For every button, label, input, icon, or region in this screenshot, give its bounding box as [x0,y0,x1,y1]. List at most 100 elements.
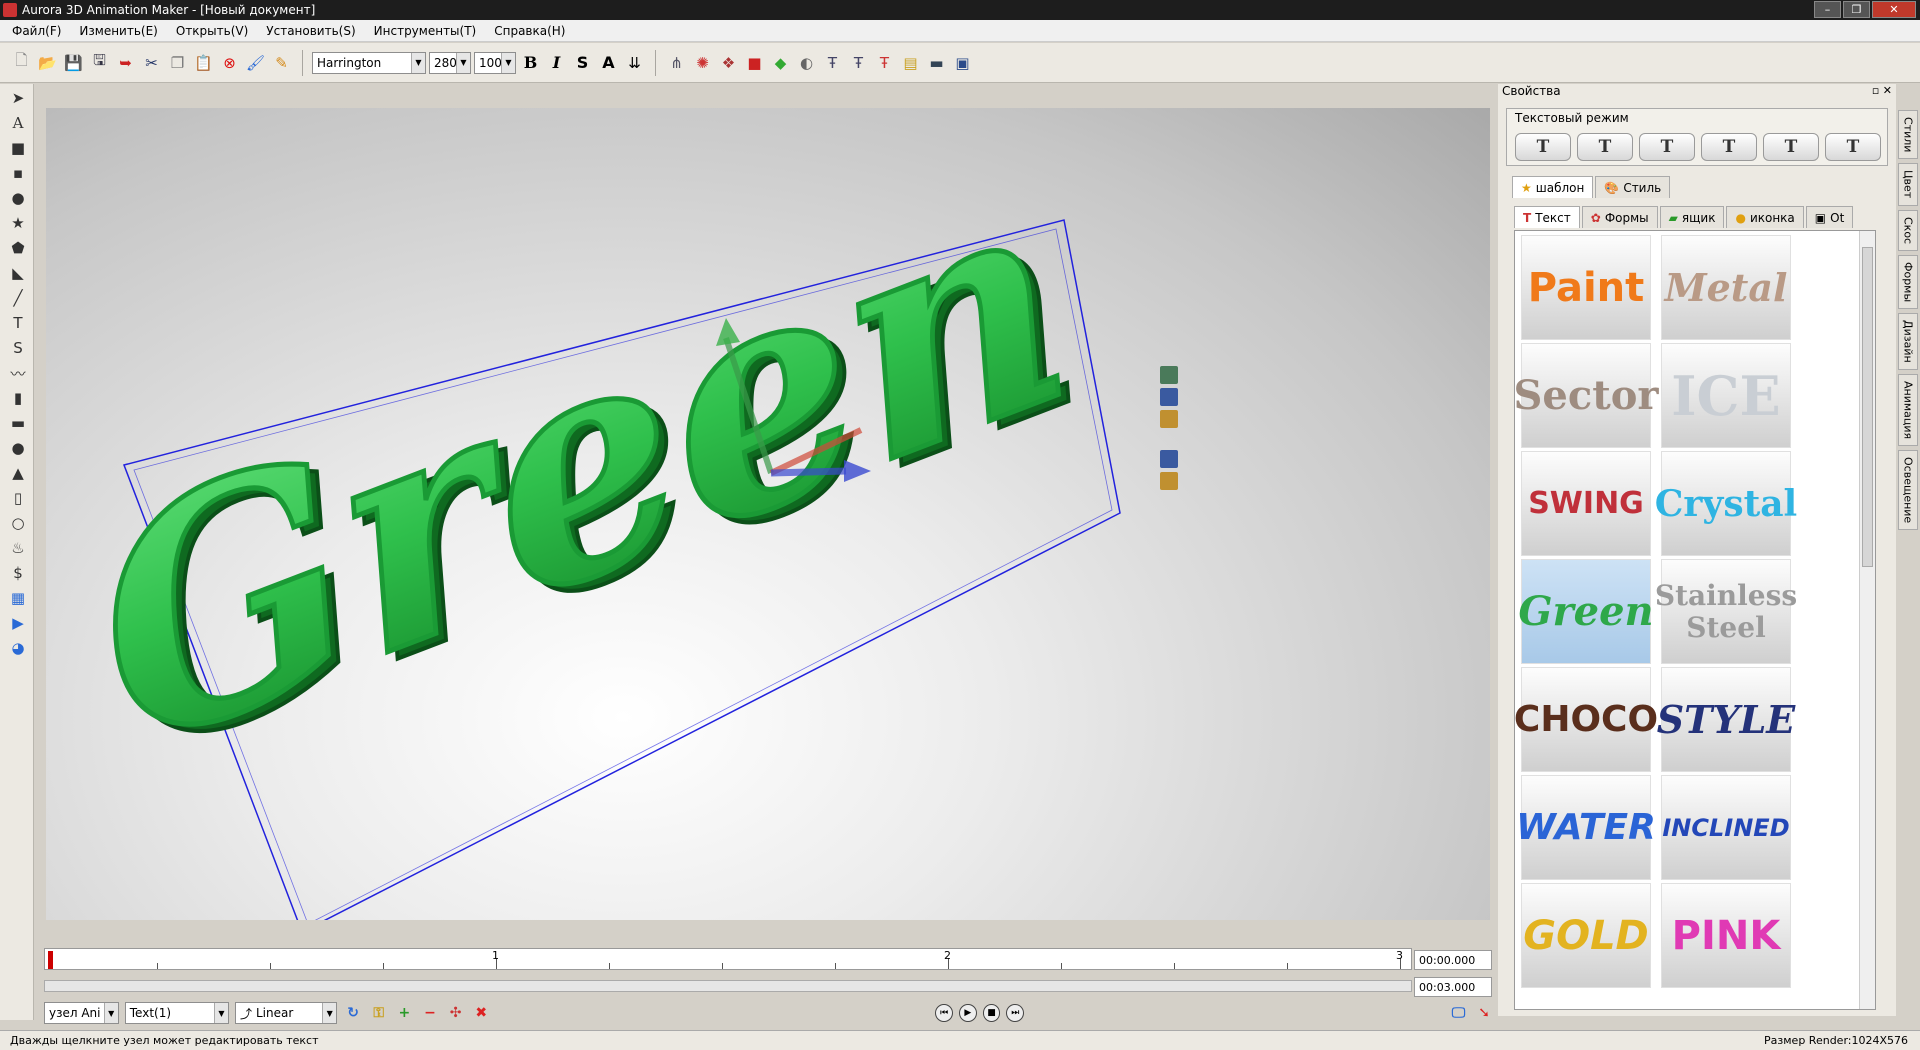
preset-ice[interactable]: ICE [1661,343,1791,448]
preset-pink[interactable]: PINK [1661,883,1791,988]
current-time[interactable]: 00:00.000 [1414,950,1492,970]
save-as-icon[interactable]: 🖫 [88,51,111,74]
tab-style[interactable]: 🎨 Стиль [1595,176,1671,198]
preset-inclined[interactable]: INCLINED [1661,775,1791,880]
scale-handle-icon[interactable] [1160,410,1178,428]
menu-tools[interactable]: Инструменты(T) [368,20,483,41]
copy-icon[interactable]: ❐ [166,51,189,74]
text-mode-ring-button[interactable]: T [1825,133,1881,161]
close-button[interactable]: ✕ [1872,1,1916,18]
side-tab-styles[interactable]: Стили [1898,110,1918,160]
axis-icon[interactable]: ⋔ [665,51,688,74]
interpolation-select[interactable]: ⤴ Linear ▼ [234,1002,338,1024]
menu-edit[interactable]: Изменить(E) [73,20,163,41]
brush-icon[interactable]: 🖌 [244,51,267,74]
text-box-icon[interactable]: T [7,312,29,334]
preset-water[interactable]: WATER [1516,775,1656,880]
side-tab-design[interactable]: Дизайн [1898,312,1918,370]
save-icon[interactable]: 💾 [62,51,85,74]
stop-icon[interactable]: ■ [982,1004,1001,1022]
preset-sector[interactable]: Sector [1515,343,1658,448]
side-tab-lighting[interactable]: Освещение [1898,449,1918,530]
chevron-down-icon[interactable]: ▼ [103,1003,118,1023]
arrange-icon[interactable]: ⇊ [623,51,646,74]
scene-text[interactable]: Green [57,111,1100,821]
text-mode-extrude-button[interactable]: T [1577,133,1633,161]
record-icon[interactable]: ➘ [1474,1003,1494,1023]
preset-swing[interactable]: SWING [1521,451,1651,556]
dock-icon[interactable]: ▫ [1872,84,1879,97]
video-icon[interactable]: ▶ [7,612,29,634]
layer-icon[interactable]: ▤ [899,51,922,74]
bulb-icon[interactable]: ♨ [7,537,29,559]
timeline-scrollbar[interactable] [44,980,1412,992]
font-size-field[interactable]: 280 ▼ [429,51,471,74]
panel-close-icon[interactable]: ✕ [1883,84,1892,97]
skip-forward-icon[interactable]: ⏭ [1006,1004,1025,1022]
scene-canvas[interactable]: Green Green [46,108,1490,920]
tab-text[interactable]: T Текст [1514,206,1580,228]
preset-gold[interactable]: GOLD [1521,883,1651,988]
move-handle-icon[interactable] [1160,388,1178,406]
pencil-icon[interactable]: ✎ [270,51,293,74]
transform-icon[interactable]: ❖ [717,51,740,74]
background-icon[interactable]: ▬ [925,51,948,74]
menu-settings[interactable]: Установить(S) [260,20,361,41]
sphere-icon[interactable]: ◐ [795,51,818,74]
total-time[interactable]: 00:03.000 [1414,977,1492,997]
symbol-icon[interactable]: S [7,337,29,359]
pillar-icon[interactable]: ▯ [7,487,29,509]
chevron-down-icon[interactable]: ▼ [456,52,470,73]
text-mode-emboss-button[interactable]: T [1763,133,1819,161]
gallery-scrollbar[interactable] [1859,231,1875,1009]
globe-icon[interactable]: ◕ [7,637,29,659]
delete-icon[interactable]: ⊗ [218,51,241,74]
paste-icon[interactable]: 📋 [192,51,215,74]
text-mode-bevel-button[interactable]: T [1701,133,1757,161]
chevron-down-icon[interactable]: ▼ [411,52,425,73]
image-tool-icon[interactable]: ▦ [7,587,29,609]
preset-stainless-steel[interactable]: Stainless Steel [1655,559,1797,664]
image-icon[interactable]: ▣ [951,51,974,74]
line-icon[interactable]: ╱ [7,287,29,309]
cylinder-icon[interactable]: ▬ [7,412,29,434]
preset-green[interactable]: Green [1518,559,1654,664]
tab-icon[interactable]: ● иконка [1726,206,1804,228]
chevron-down-icon[interactable]: ▼ [322,1003,337,1023]
star-icon[interactable]: ★ [7,212,29,234]
key-frame-icon[interactable]: ✣ [446,1003,466,1023]
object-select[interactable]: Text(1) ▼ [124,1002,229,1024]
sphere-icon[interactable]: ● [7,437,29,459]
menu-help[interactable]: Справка(H) [488,20,571,41]
outline-button[interactable]: A [597,53,620,72]
side-tab-animation[interactable]: Анимация [1898,373,1918,446]
export-icon[interactable]: ➥ [114,51,137,74]
tab-shapes[interactable]: ✿ Формы [1581,206,1658,228]
shape-icon[interactable]: ◣ [7,262,29,284]
text-left-icon[interactable]: Ŧ [821,51,844,74]
strike-button[interactable]: S [571,53,594,72]
delete-key-icon[interactable]: ✖ [471,1003,491,1023]
circle-icon[interactable]: ● [7,187,29,209]
rectangle-icon[interactable]: ■ [7,137,29,159]
text-center-icon[interactable]: Ŧ [847,51,870,74]
skip-back-icon[interactable]: ⏮ [935,1004,953,1022]
add-key-icon[interactable]: + [395,1003,415,1023]
italic-button[interactable]: I [545,53,568,72]
key-icon[interactable]: ⚿ [369,1003,389,1023]
rotate-icon[interactable]: ✺ [691,51,714,74]
ring-icon[interactable]: ○ [7,512,29,534]
tab-other[interactable]: ▣ Ot [1805,206,1854,228]
rotate-handle-icon[interactable] [1160,366,1178,384]
menu-file[interactable]: Файл(F) [6,20,67,41]
text-right-icon[interactable]: Ŧ [873,51,896,74]
gallery-scroll-thumb[interactable] [1862,247,1873,567]
preset-metal[interactable]: Metal [1661,235,1791,340]
preset-crystal[interactable]: Crystal [1655,451,1797,556]
pentagon-icon[interactable]: ⬟ [7,237,29,259]
font-name-select[interactable]: Harrington ▼ [312,51,426,74]
rounded-rect-icon[interactable]: ▪ [7,162,29,184]
tab-template[interactable]: ★ шаблон [1512,176,1594,198]
chevron-down-icon[interactable]: ▼ [213,1003,228,1023]
box-icon[interactable]: ▮ [7,387,29,409]
